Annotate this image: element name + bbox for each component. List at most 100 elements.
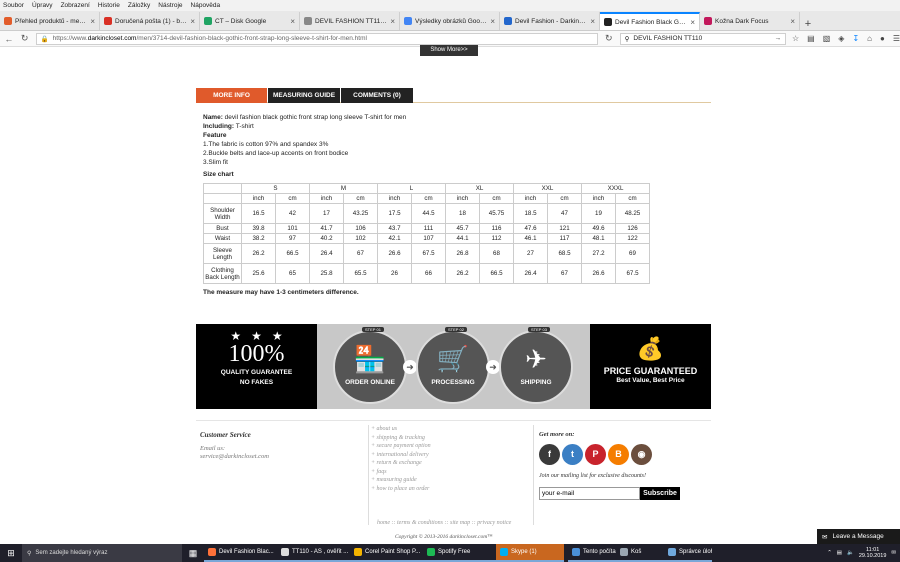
sidebar-icon[interactable]: ▧	[823, 34, 831, 43]
library-icon[interactable]: ▤	[807, 34, 815, 43]
close-icon[interactable]: ×	[790, 17, 795, 26]
tab-comments[interactable]: COMMENTS (0)	[341, 88, 413, 103]
menu-item[interactable]: Záložky	[128, 2, 150, 9]
taskbar-item[interactable]: Spotify Free	[423, 544, 496, 562]
taskbar-search[interactable]: ⚲ Sem zadejte hledaný výraz	[22, 544, 182, 562]
instagram-icon[interactable]: ◉	[631, 444, 652, 465]
close-icon[interactable]: ×	[590, 17, 595, 26]
email-label: Email us:	[200, 445, 226, 452]
close-icon[interactable]: ×	[290, 17, 295, 26]
taskbar-item[interactable]: Skype (1)	[496, 544, 564, 562]
tray-arrow-icon[interactable]: ⌃	[827, 550, 832, 556]
refresh-icon[interactable]: ↻	[604, 33, 614, 44]
home-icon[interactable]: ⌂	[867, 34, 872, 43]
footer-link[interactable]: + measuring guide	[371, 476, 533, 485]
volume-icon[interactable]: 🔈	[847, 550, 854, 556]
bottom-links[interactable]: home :: terms & conditions :: site map :…	[377, 520, 511, 526]
new-tab-icon[interactable]: +	[800, 18, 816, 30]
menu-item[interactable]: Úpravy	[32, 2, 53, 9]
step-badge: STEP 01	[362, 327, 384, 332]
browser-tab[interactable]: Výsledky obrázků Google ...×	[400, 12, 500, 30]
sync-icon[interactable]: ●	[880, 34, 885, 43]
table-cell: 38.2	[241, 233, 276, 244]
table-cell: 68	[479, 243, 514, 264]
tab-more-info[interactable]: MORE INFO	[196, 88, 267, 103]
price-sub: Best Value, Best Price	[616, 377, 685, 384]
subscribe-button[interactable]: Subscribe	[640, 487, 680, 500]
row-label: Shoulder Width	[203, 203, 242, 224]
footer-link[interactable]: + how to place an order	[371, 485, 533, 494]
windows-taskbar: ⊞ ⚲ Sem zadejte hledaný výraz ▦ Devil Fa…	[0, 544, 900, 562]
star-icon[interactable]: ☆	[792, 34, 799, 43]
url-bar[interactable]: 🔒 https://www.darkincloset.com/men/3714-…	[35, 32, 598, 45]
footer-link[interactable]: + shipping & tracking	[371, 434, 533, 443]
search-bar[interactable]: ⚲ DEVIL FASHION TT110 →	[619, 32, 786, 45]
footer-link[interactable]: + return & exchange	[371, 459, 533, 468]
pinterest-icon[interactable]: P	[585, 444, 606, 465]
close-icon[interactable]: ×	[690, 18, 695, 27]
row-label: Waist	[203, 233, 242, 244]
app-icon	[427, 548, 435, 556]
taskbar-item[interactable]: Koš	[616, 544, 664, 562]
close-icon[interactable]: ×	[490, 17, 495, 26]
network-icon[interactable]: ▤	[837, 550, 842, 556]
table-cell: 121	[547, 223, 582, 234]
cs-title: Customer Service	[200, 431, 251, 439]
taskbar-item-label: Corel Paint Shop P...	[365, 549, 421, 555]
browser-tab[interactable]: DEVIL FASHION TT110 - Hl...×	[300, 12, 400, 30]
taskbar-item[interactable]: TT110 - AS , ověřit ...	[277, 544, 350, 562]
leave-message-button[interactable]: ✉ Leave a Message	[817, 529, 900, 544]
price-guarantee-block: 💰 PRICE GUARANTEED Best Value, Best Pric…	[590, 324, 711, 409]
step-processing: STEP 02 🛒 PROCESSING	[416, 327, 490, 404]
menu-icon[interactable]: ☰	[893, 34, 900, 43]
step-label: SHIPPING	[520, 379, 552, 386]
footer-link[interactable]: + faqs	[371, 468, 533, 477]
table-cell: 26.6	[581, 263, 616, 284]
clock[interactable]: 11:01 29.10.2019	[859, 547, 887, 559]
email-field[interactable]: your e-mail	[539, 487, 640, 500]
tab-measuring-guide[interactable]: MEASURING GUIDE	[268, 88, 340, 103]
facebook-icon[interactable]: f	[539, 444, 560, 465]
show-more-button[interactable]: Show More>>	[420, 45, 478, 56]
footer-link[interactable]: + secure payment option	[371, 442, 533, 451]
menu-item[interactable]: Historie	[98, 2, 120, 9]
task-view-icon[interactable]: ▦	[182, 548, 204, 559]
browser-tab[interactable]: CT – Disk Google ×	[200, 12, 300, 30]
twitter-icon[interactable]: t	[562, 444, 583, 465]
close-icon[interactable]: ×	[190, 17, 195, 26]
notifications-icon[interactable]: ✉	[891, 550, 896, 556]
back-icon[interactable]: ←	[4, 34, 14, 44]
size-chart-label: Size chart	[203, 171, 234, 178]
browser-tab[interactable]: Kožnа Dark Focus ×	[700, 12, 800, 30]
browser-tab[interactable]: Devil Fashion Black Gothic...×	[600, 12, 700, 30]
unit-header: cm	[411, 193, 446, 204]
browser-tab[interactable]: Devil Fashion - DarkinClos...×	[500, 12, 600, 30]
taskbar-item[interactable]: Tento počítač	[568, 544, 616, 562]
unit-header: inch	[581, 193, 616, 204]
taskbar-item[interactable]: Správce úloh	[664, 544, 712, 562]
reload-icon[interactable]: ↻	[20, 33, 30, 44]
footer-link[interactable]: + about us	[371, 425, 533, 434]
menu-item[interactable]: Soubor	[3, 2, 24, 9]
footer-link[interactable]: + international delivery	[371, 451, 533, 460]
row-label: Sleeve Length	[203, 243, 242, 264]
taskbar-item[interactable]: Corel Paint Shop P...	[350, 544, 423, 562]
close-icon[interactable]: ×	[90, 17, 95, 26]
app-icon	[354, 548, 362, 556]
menu-item[interactable]: Nástroje	[158, 2, 182, 9]
windows-start-icon[interactable]: ⊞	[0, 548, 22, 559]
taskbar-item[interactable]: Devil Fashion Blac...	[204, 544, 277, 562]
close-icon[interactable]: ×	[390, 17, 395, 26]
menu-item[interactable]: Nápověda	[191, 2, 221, 9]
blogger-icon[interactable]: B	[608, 444, 629, 465]
system-tray: ⌃ ▤ 🔈 11:01 29.10.2019 ✉	[827, 547, 900, 559]
pocket-icon[interactable]: ◈	[838, 34, 844, 43]
menu-item[interactable]: Zobrazení	[61, 2, 90, 9]
tab-title: Devil Fashion Black Gothic...	[615, 18, 688, 26]
app-icon	[208, 548, 216, 556]
cs-email-link[interactable]: service@darkincloset.com	[200, 453, 269, 461]
go-arrow-icon[interactable]: →	[775, 35, 782, 42]
browser-tab[interactable]: Doručená pošta (1) - bogd...×	[100, 12, 200, 30]
browser-tab[interactable]: Přehled produktů - metals... ×	[0, 12, 100, 30]
download-icon[interactable]: ↧	[852, 34, 859, 43]
